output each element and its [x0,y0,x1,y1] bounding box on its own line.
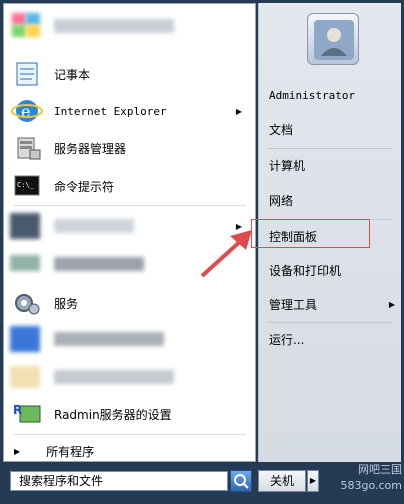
blurred-label [54,19,174,33]
admin-tools-link[interactable]: 管理工具 ▶ [269,290,395,318]
program-radmin-settings[interactable]: R Radmin服务器的设置 [10,398,250,430]
program-services[interactable]: 服务 [10,287,250,319]
program-label: Radmin服务器的设置 [54,407,172,422]
blurred-program-item[interactable] [10,323,250,355]
search-icon [234,474,249,489]
radmin-icon: R [10,399,44,429]
server-manager-icon [10,133,44,163]
annotation-arrow-icon [200,230,252,278]
all-programs-label: 所有程序 [46,444,95,459]
shutdown-button[interactable]: 关机 [258,470,306,492]
blurred-program-item[interactable] [10,361,250,393]
program-command-prompt[interactable]: C:\_ 命令提示符 [10,170,250,202]
blurred-app-icon [10,249,44,279]
blurred-label [54,332,164,346]
user-avatar-icon [314,20,354,60]
run-link[interactable]: 运行... [269,325,395,353]
documents-link[interactable]: 文档 [269,115,395,143]
program-label: 服务 [54,296,79,311]
separator [267,322,393,323]
blurred-program-item[interactable] [10,10,250,42]
blurred-label [54,219,134,233]
internet-explorer-icon: e [10,96,44,126]
svg-text:R: R [13,403,22,417]
notepad-icon [10,59,44,89]
devices-printers-link[interactable]: 设备和打印机 [269,256,395,284]
user-avatar[interactable] [307,13,359,65]
annotation-highlight-box [251,219,370,248]
all-programs-arrow-icon: ▶ [14,446,21,456]
separator [267,148,393,149]
command-prompt-icon: C:\_ [10,171,44,201]
computer-link[interactable]: 计算机 [269,151,395,179]
admin-tools-label: 管理工具 [269,297,318,312]
blurred-app-icon [10,211,44,241]
svg-text:C:\_: C:\_ [17,181,35,189]
program-server-manager[interactable]: 服务器管理器 [10,132,250,164]
program-notepad[interactable]: 记事本 [10,58,250,90]
separator [14,205,246,206]
blurred-app-icon [10,324,44,354]
search-button[interactable] [230,470,252,492]
program-label: 记事本 [54,67,91,82]
program-label: 命令提示符 [54,179,115,194]
watermark: 网吧三国 583go.com [340,463,402,492]
shutdown-options-arrow-icon[interactable]: ▶ [307,470,319,492]
blurred-app-icon [10,362,44,392]
blurred-app-icon [10,11,44,41]
separator [14,434,246,435]
services-gear-icon [10,288,44,318]
network-link[interactable]: 网络 [269,186,395,214]
search-input[interactable]: 搜索程序和文件 [10,471,228,491]
program-label: 服务器管理器 [54,141,127,156]
submenu-arrow-icon: ▶ [388,299,395,309]
blurred-label [54,257,144,271]
user-name-link[interactable]: Administrator [269,81,395,109]
all-programs[interactable]: ▶ 所有程序 [10,438,250,464]
program-internet-explorer[interactable]: e Internet Explorer ▶ [10,95,250,127]
program-label: Internet Explorer [54,104,167,118]
blurred-label [54,370,174,384]
submenu-arrow-icon: ▶ [235,106,242,116]
start-menu: 记事本 e Internet Explorer ▶ 服务器管理器 C:\_ 命令… [0,0,404,504]
